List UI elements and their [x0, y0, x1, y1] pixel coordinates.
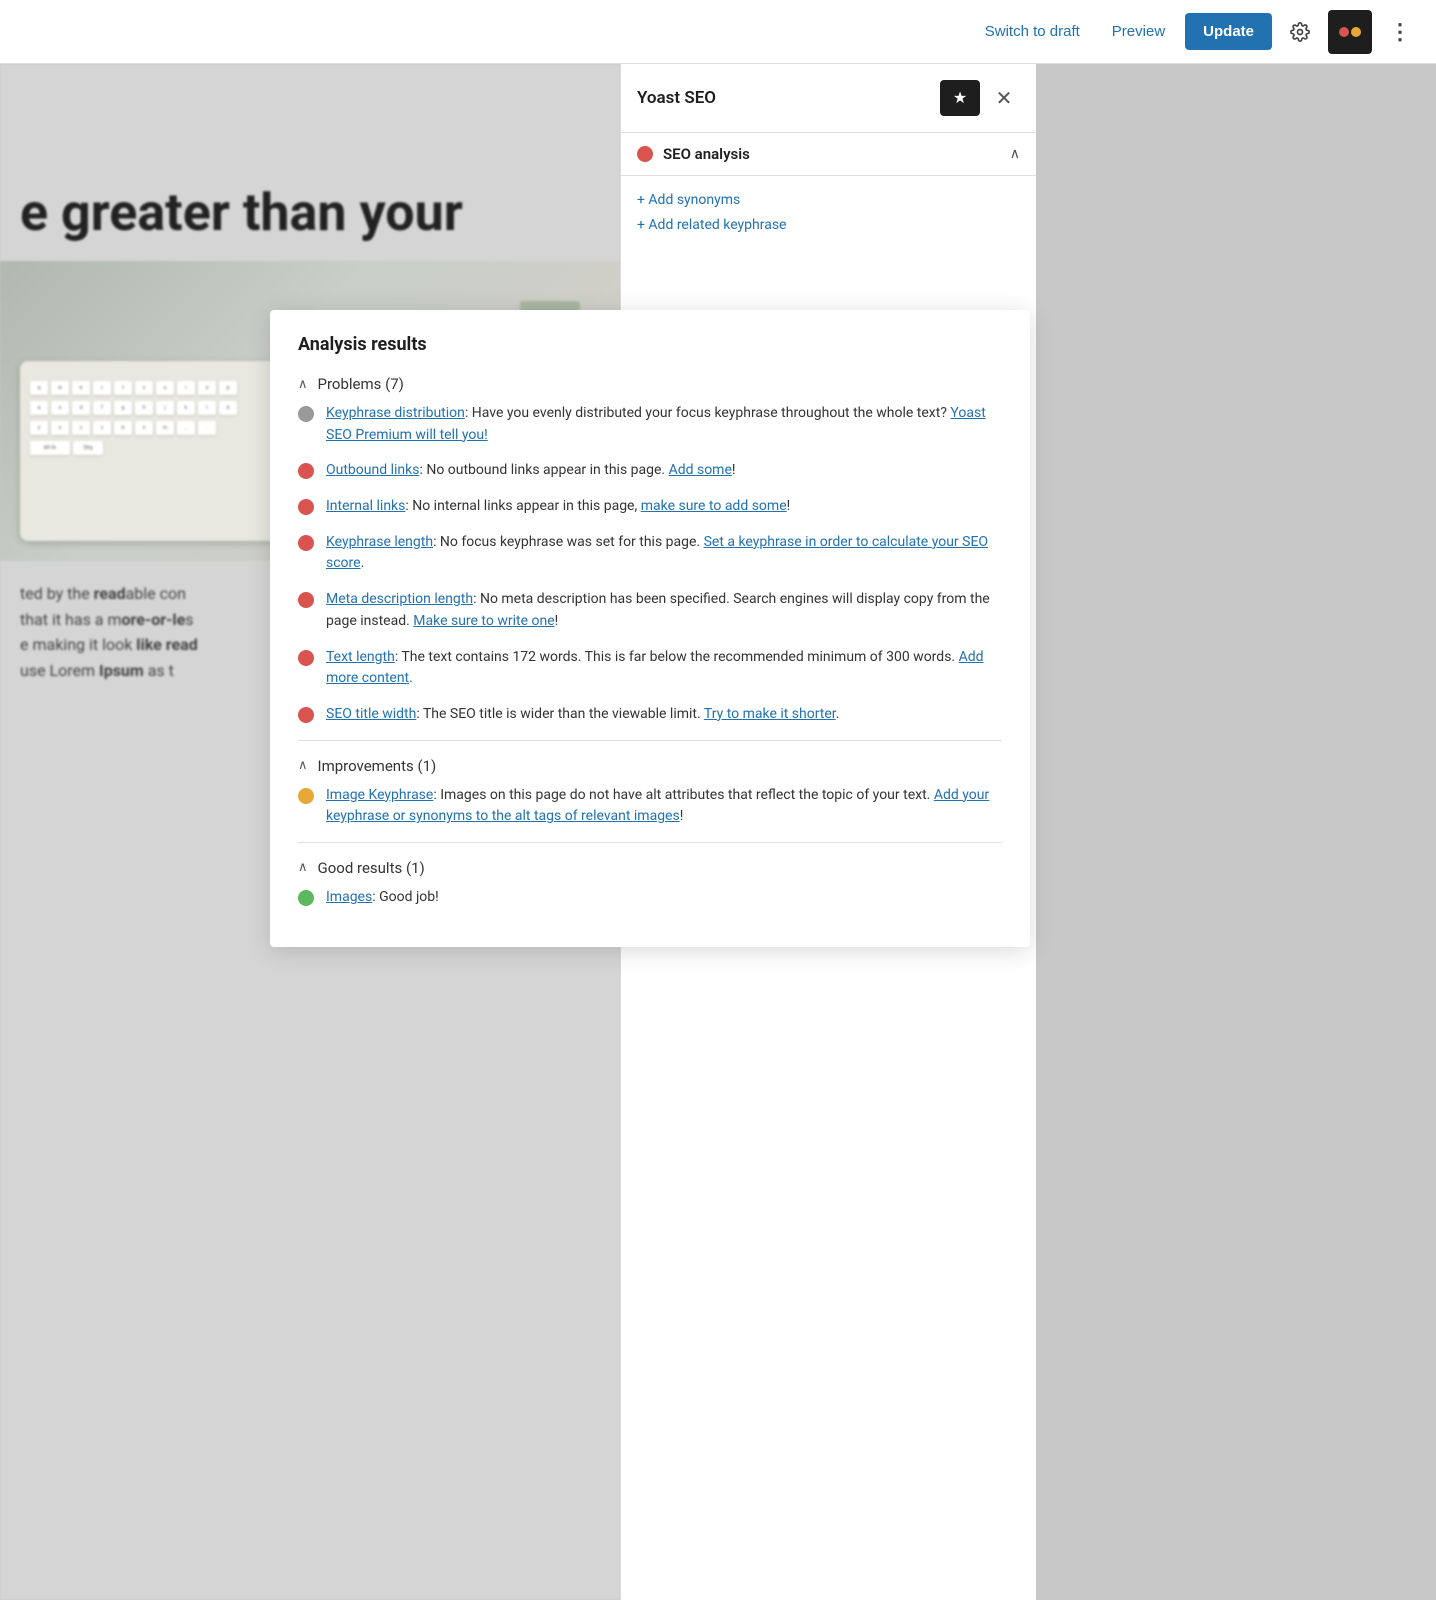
image-keyphrase-link[interactable]: Image Keyphrase — [326, 787, 433, 803]
red-status-dot-meta — [298, 592, 314, 608]
result-item-keyphrase-length: Keyphrase length: No focus keyphrase was… — [298, 532, 1002, 575]
result-item-outbound-links: Outbound links: No outbound links appear… — [298, 460, 1002, 482]
problems-chevron-icon: ∧ — [298, 377, 308, 392]
seo-status-dot — [637, 146, 653, 162]
make-sure-internal-link[interactable]: make sure to add some — [641, 498, 787, 514]
result-text-outbound-links: Outbound links: No outbound links appear… — [326, 460, 736, 482]
result-text-keyphrase-length: Keyphrase length: No focus keyphrase was… — [326, 532, 1002, 575]
settings-icon-button[interactable] — [1280, 12, 1320, 52]
seo-title-width-link[interactable]: SEO title width — [326, 706, 416, 722]
yoast-dot-red — [1339, 27, 1349, 37]
add-outbound-links-link[interactable]: Add some — [669, 462, 732, 478]
result-text-seo-title: SEO title width: The SEO title is wider … — [326, 704, 839, 726]
close-icon: ✕ — [996, 86, 1013, 111]
red-status-dot-internal — [298, 499, 314, 515]
result-text-text-length: Text length: The text contains 172 words… — [326, 647, 1002, 690]
result-item-images-good: Images: Good job! — [298, 887, 1002, 909]
seo-section-title: SEO analysis — [637, 145, 750, 163]
sidebar-header-actions: ★ ✕ — [940, 80, 1020, 116]
divider-improvements — [298, 740, 1002, 741]
analysis-panel: Analysis results ∧ Problems (7) Keyphras… — [270, 310, 1030, 947]
keyphrase-length-link[interactable]: Keyphrase length — [326, 534, 433, 550]
result-text-keyphrase-distribution: Keyphrase distribution: Have you evenly … — [326, 403, 1002, 446]
red-status-dot-text — [298, 650, 314, 666]
result-text-image-keyphrase: Image Keyphrase: Images on this page do … — [326, 785, 1002, 828]
close-button[interactable]: ✕ — [988, 82, 1020, 114]
outbound-links-link[interactable]: Outbound links — [326, 462, 419, 478]
good-results-chevron-icon: ∧ — [298, 860, 308, 875]
more-options-icon: ⋮ — [1389, 19, 1411, 45]
images-good-link[interactable]: Images — [326, 889, 372, 905]
orange-status-dot-image — [298, 788, 314, 804]
toolbar: Switch to draft Preview Update ⋮ — [0, 0, 1436, 64]
keyboard-image: qwertzuiop asdfghjklö yxcvbnm,. Alt GrSt… — [20, 361, 280, 541]
editor-headline: e greater than your — [0, 64, 620, 261]
make-shorter-link[interactable]: Try to make it shorter — [704, 706, 836, 722]
seo-analysis-section: SEO analysis ∧ — [621, 133, 1036, 176]
result-item-seo-title-width: SEO title width: The SEO title is wider … — [298, 704, 1002, 726]
yoast-dots — [1339, 27, 1361, 37]
result-item-keyphrase-distribution: Keyphrase distribution: Have you evenly … — [298, 403, 1002, 446]
yoast-dot-orange — [1351, 27, 1361, 37]
red-status-dot-seo-title — [298, 707, 314, 723]
chevron-up-icon: ∧ — [1010, 146, 1020, 162]
gray-status-dot — [298, 406, 314, 422]
write-meta-link[interactable]: Make sure to write one — [413, 613, 554, 629]
add-synonyms-link[interactable]: + Add synonyms — [637, 188, 1020, 213]
improvements-label: Improvements (1) — [318, 757, 437, 775]
update-button[interactable]: Update — [1185, 13, 1272, 50]
seo-analysis-label: SEO analysis — [663, 145, 750, 163]
result-text-images-good: Images: Good job! — [326, 887, 439, 909]
text-length-link[interactable]: Text length — [326, 649, 395, 665]
result-item-meta-description: Meta description length: No meta descrip… — [298, 589, 1002, 632]
good-results-section-header[interactable]: ∧ Good results (1) — [298, 859, 1002, 877]
star-icon: ★ — [953, 88, 967, 108]
switch-to-draft-button[interactable]: Switch to draft — [973, 15, 1092, 48]
result-item-text-length: Text length: The text contains 172 words… — [298, 647, 1002, 690]
yoast-icon-button[interactable] — [1328, 10, 1372, 54]
divider-good — [298, 842, 1002, 843]
add-related-keyphrase-link[interactable]: + Add related keyphrase — [637, 213, 1020, 238]
result-text-meta-description: Meta description length: No meta descrip… — [326, 589, 1002, 632]
problems-section-header[interactable]: ∧ Problems (7) — [298, 375, 1002, 393]
improvements-chevron-icon: ∧ — [298, 758, 308, 773]
pin-button[interactable]: ★ — [940, 80, 980, 116]
preview-button[interactable]: Preview — [1100, 15, 1177, 48]
meta-description-link[interactable]: Meta description length — [326, 591, 473, 607]
red-status-dot-keyphrase — [298, 535, 314, 551]
keyphrase-distribution-link[interactable]: Keyphrase distribution — [326, 405, 465, 421]
internal-links-link[interactable]: Internal links — [326, 498, 405, 514]
gear-icon — [1290, 22, 1310, 42]
seo-analysis-header[interactable]: SEO analysis ∧ — [637, 145, 1020, 163]
sidebar-header: Yoast SEO ★ ✕ — [621, 64, 1036, 133]
problems-label: Problems (7) — [318, 375, 404, 393]
red-status-dot-outbound — [298, 463, 314, 479]
add-links-section: + Add synonyms + Add related keyphrase — [621, 176, 1036, 246]
improvements-section-header[interactable]: ∧ Improvements (1) — [298, 757, 1002, 775]
green-status-dot-images — [298, 890, 314, 906]
result-item-image-keyphrase: Image Keyphrase: Images on this page do … — [298, 785, 1002, 828]
more-options-button[interactable]: ⋮ — [1380, 12, 1420, 52]
sidebar-title: Yoast SEO — [637, 88, 716, 108]
good-results-label: Good results (1) — [318, 859, 425, 877]
result-text-internal-links: Internal links: No internal links appear… — [326, 496, 790, 518]
add-content-link[interactable]: Add more content — [326, 649, 984, 687]
result-item-internal-links: Internal links: No internal links appear… — [298, 496, 1002, 518]
analysis-panel-title: Analysis results — [298, 334, 1002, 355]
